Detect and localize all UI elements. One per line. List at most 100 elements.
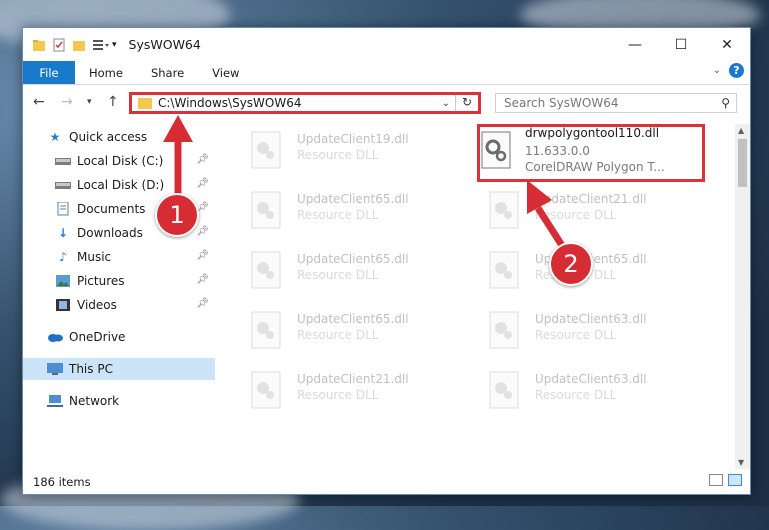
folder-icon bbox=[32, 38, 46, 52]
file-item[interactable]: UpdateClient65.dll Resource DLL bbox=[223, 244, 443, 296]
sidebar-item-label: Local Disk (D:) bbox=[77, 178, 165, 192]
file-type: Resource DLL bbox=[297, 148, 379, 162]
explorer-window: ▾ SysWOW64 — ☐ ✕ File Home Share View ⌄ … bbox=[22, 27, 751, 495]
file-item[interactable]: UpdateClient65.dll Resource DLL bbox=[223, 304, 443, 356]
search-input[interactable]: Search SysWOW64 ⚲ bbox=[495, 93, 737, 113]
close-button[interactable]: ✕ bbox=[704, 28, 750, 61]
title-bar: ▾ SysWOW64 — ☐ ✕ bbox=[23, 28, 750, 61]
new-folder-icon[interactable] bbox=[72, 38, 86, 52]
sidebar-item-quick-access[interactable]: ★ Quick access bbox=[23, 126, 215, 148]
file-item[interactable]: UpdateClient21.dll Resource DLL bbox=[223, 364, 443, 416]
sidebar-item-local-disk-c[interactable]: Local Disk (C:) 📌︎ bbox=[23, 150, 215, 172]
drive-icon bbox=[55, 154, 71, 168]
item-count: 186 items bbox=[33, 474, 91, 489]
address-dropdown-icon[interactable]: ⌄ bbox=[437, 98, 455, 109]
videos-icon bbox=[55, 298, 71, 312]
file-item[interactable]: UpdateClient63.dll Resource DLL bbox=[461, 364, 681, 416]
pin-icon[interactable]: 📌︎ bbox=[196, 154, 209, 165]
dll-file-icon bbox=[251, 311, 281, 349]
status-bar: 186 items bbox=[23, 469, 750, 494]
tab-home[interactable]: Home bbox=[75, 61, 137, 84]
window-title: SysWOW64 bbox=[128, 37, 201, 52]
toolbar-dropdown-icon[interactable]: ▾ bbox=[112, 40, 117, 50]
pictures-icon bbox=[55, 274, 71, 288]
file-name: UpdateClient65.dll bbox=[297, 192, 409, 206]
music-icon: ♪ bbox=[59, 250, 67, 264]
file-item[interactable]: UpdateClient21.dll Resource DLL bbox=[461, 184, 681, 236]
details-view-icon[interactable] bbox=[709, 474, 723, 486]
search-icon[interactable]: ⚲ bbox=[721, 96, 730, 110]
dll-file-icon bbox=[489, 311, 519, 349]
tab-view[interactable]: View bbox=[198, 61, 253, 84]
sidebar-item-videos[interactable]: Videos 📌︎ bbox=[23, 294, 215, 316]
file-item[interactable]: UpdateClient19.dll Resource DLL bbox=[223, 124, 443, 176]
pin-icon[interactable]: 📌︎ bbox=[196, 226, 209, 237]
file-list: UpdateClient19.dll Resource DLL drwpolyg… bbox=[215, 124, 735, 469]
file-name: UpdateClient21.dll bbox=[297, 372, 409, 386]
file-name: UpdateClient63.dll bbox=[535, 372, 647, 386]
tab-share[interactable]: Share bbox=[137, 61, 198, 84]
customize-toolbar-icon[interactable] bbox=[92, 38, 109, 52]
navigation-pane: ★ Quick access Local Disk (C:) 📌︎ Local … bbox=[23, 124, 215, 469]
tab-file[interactable]: File bbox=[23, 61, 75, 84]
file-name: UpdateClient19.dll bbox=[297, 132, 409, 146]
file-type: Resource DLL bbox=[297, 208, 379, 222]
sidebar-item-local-disk-d[interactable]: Local Disk (D:) 📌︎ bbox=[23, 174, 215, 196]
up-button[interactable]: ↑ bbox=[107, 94, 119, 110]
sidebar-item-music[interactable]: ♪ Music 📌︎ bbox=[23, 246, 215, 268]
drive-icon bbox=[55, 178, 71, 192]
navigation-bar: ← → ▾ ↑ C:\Windows\SysWOW64 ⌄ ↻ Search S… bbox=[23, 85, 750, 121]
dll-file-icon bbox=[489, 191, 519, 229]
file-highlight-box bbox=[477, 124, 705, 182]
pin-icon[interactable]: 📌︎ bbox=[196, 250, 209, 261]
sidebar-item-pictures[interactable]: Pictures 📌︎ bbox=[23, 270, 215, 292]
pc-icon bbox=[47, 362, 63, 376]
sidebar-item-label: Music bbox=[77, 250, 112, 264]
file-item[interactable]: UpdateClient65.dll Resource DLL bbox=[223, 184, 443, 236]
sidebar-item-label: Quick access bbox=[69, 130, 148, 144]
step-1-badge: 1 bbox=[155, 193, 199, 237]
forward-button[interactable]: → bbox=[61, 94, 73, 110]
back-button[interactable]: ← bbox=[33, 94, 45, 110]
file-type: Resource DLL bbox=[297, 328, 379, 342]
scrollbar-thumb[interactable] bbox=[738, 139, 747, 187]
file-type: Resource DLL bbox=[535, 208, 617, 222]
recent-locations-icon[interactable]: ▾ bbox=[87, 97, 92, 107]
file-name: UpdateClient63.dll bbox=[535, 312, 647, 326]
minimize-button[interactable]: — bbox=[612, 28, 658, 61]
sidebar-item-label: Local Disk (C:) bbox=[77, 154, 164, 168]
properties-icon[interactable] bbox=[52, 38, 66, 52]
sidebar-item-onedrive[interactable]: OneDrive bbox=[23, 326, 215, 348]
help-button[interactable]: ? bbox=[729, 63, 744, 78]
sidebar-item-this-pc[interactable]: This PC bbox=[23, 358, 215, 380]
vertical-scrollbar[interactable]: ▲ ▼ bbox=[735, 124, 750, 469]
downloads-icon: ↓ bbox=[57, 226, 69, 240]
file-type: Resource DLL bbox=[535, 388, 617, 402]
pin-icon[interactable]: 📌︎ bbox=[196, 298, 209, 309]
expand-ribbon-icon[interactable]: ⌄ bbox=[713, 65, 721, 76]
window-controls: — ☐ ✕ bbox=[612, 28, 750, 61]
sidebar-item-network[interactable]: Network bbox=[23, 390, 215, 412]
maximize-button[interactable]: ☐ bbox=[658, 28, 704, 61]
refresh-icon[interactable]: ↻ bbox=[455, 95, 478, 111]
dll-file-icon bbox=[251, 131, 281, 169]
file-type: Resource DLL bbox=[535, 328, 617, 342]
network-icon bbox=[47, 394, 63, 408]
address-path[interactable]: C:\Windows\SysWOW64 bbox=[158, 96, 437, 110]
sidebar-item-label: Videos bbox=[77, 298, 117, 312]
scroll-up-icon[interactable]: ▲ bbox=[738, 126, 744, 135]
step-2-badge: 2 bbox=[549, 242, 593, 286]
file-item[interactable]: UpdateClient63.dll Resource DLL bbox=[461, 304, 681, 356]
file-name: UpdateClient21.dll bbox=[535, 192, 647, 206]
large-icons-view-icon[interactable] bbox=[728, 474, 742, 486]
pin-icon[interactable]: 📌︎ bbox=[196, 274, 209, 285]
sidebar-item-label: Network bbox=[69, 394, 120, 408]
file-name: UpdateClient65.dll bbox=[297, 312, 409, 326]
pin-icon[interactable]: 📌︎ bbox=[196, 178, 209, 189]
sidebar-item-label: This PC bbox=[69, 362, 113, 376]
star-icon: ★ bbox=[49, 130, 61, 144]
scroll-down-icon[interactable]: ▼ bbox=[738, 458, 744, 467]
address-bar[interactable]: C:\Windows\SysWOW64 ⌄ ↻ bbox=[129, 92, 481, 114]
sidebar-item-label: OneDrive bbox=[69, 330, 126, 344]
ribbon: File Home Share View ⌄ ? bbox=[23, 61, 750, 85]
